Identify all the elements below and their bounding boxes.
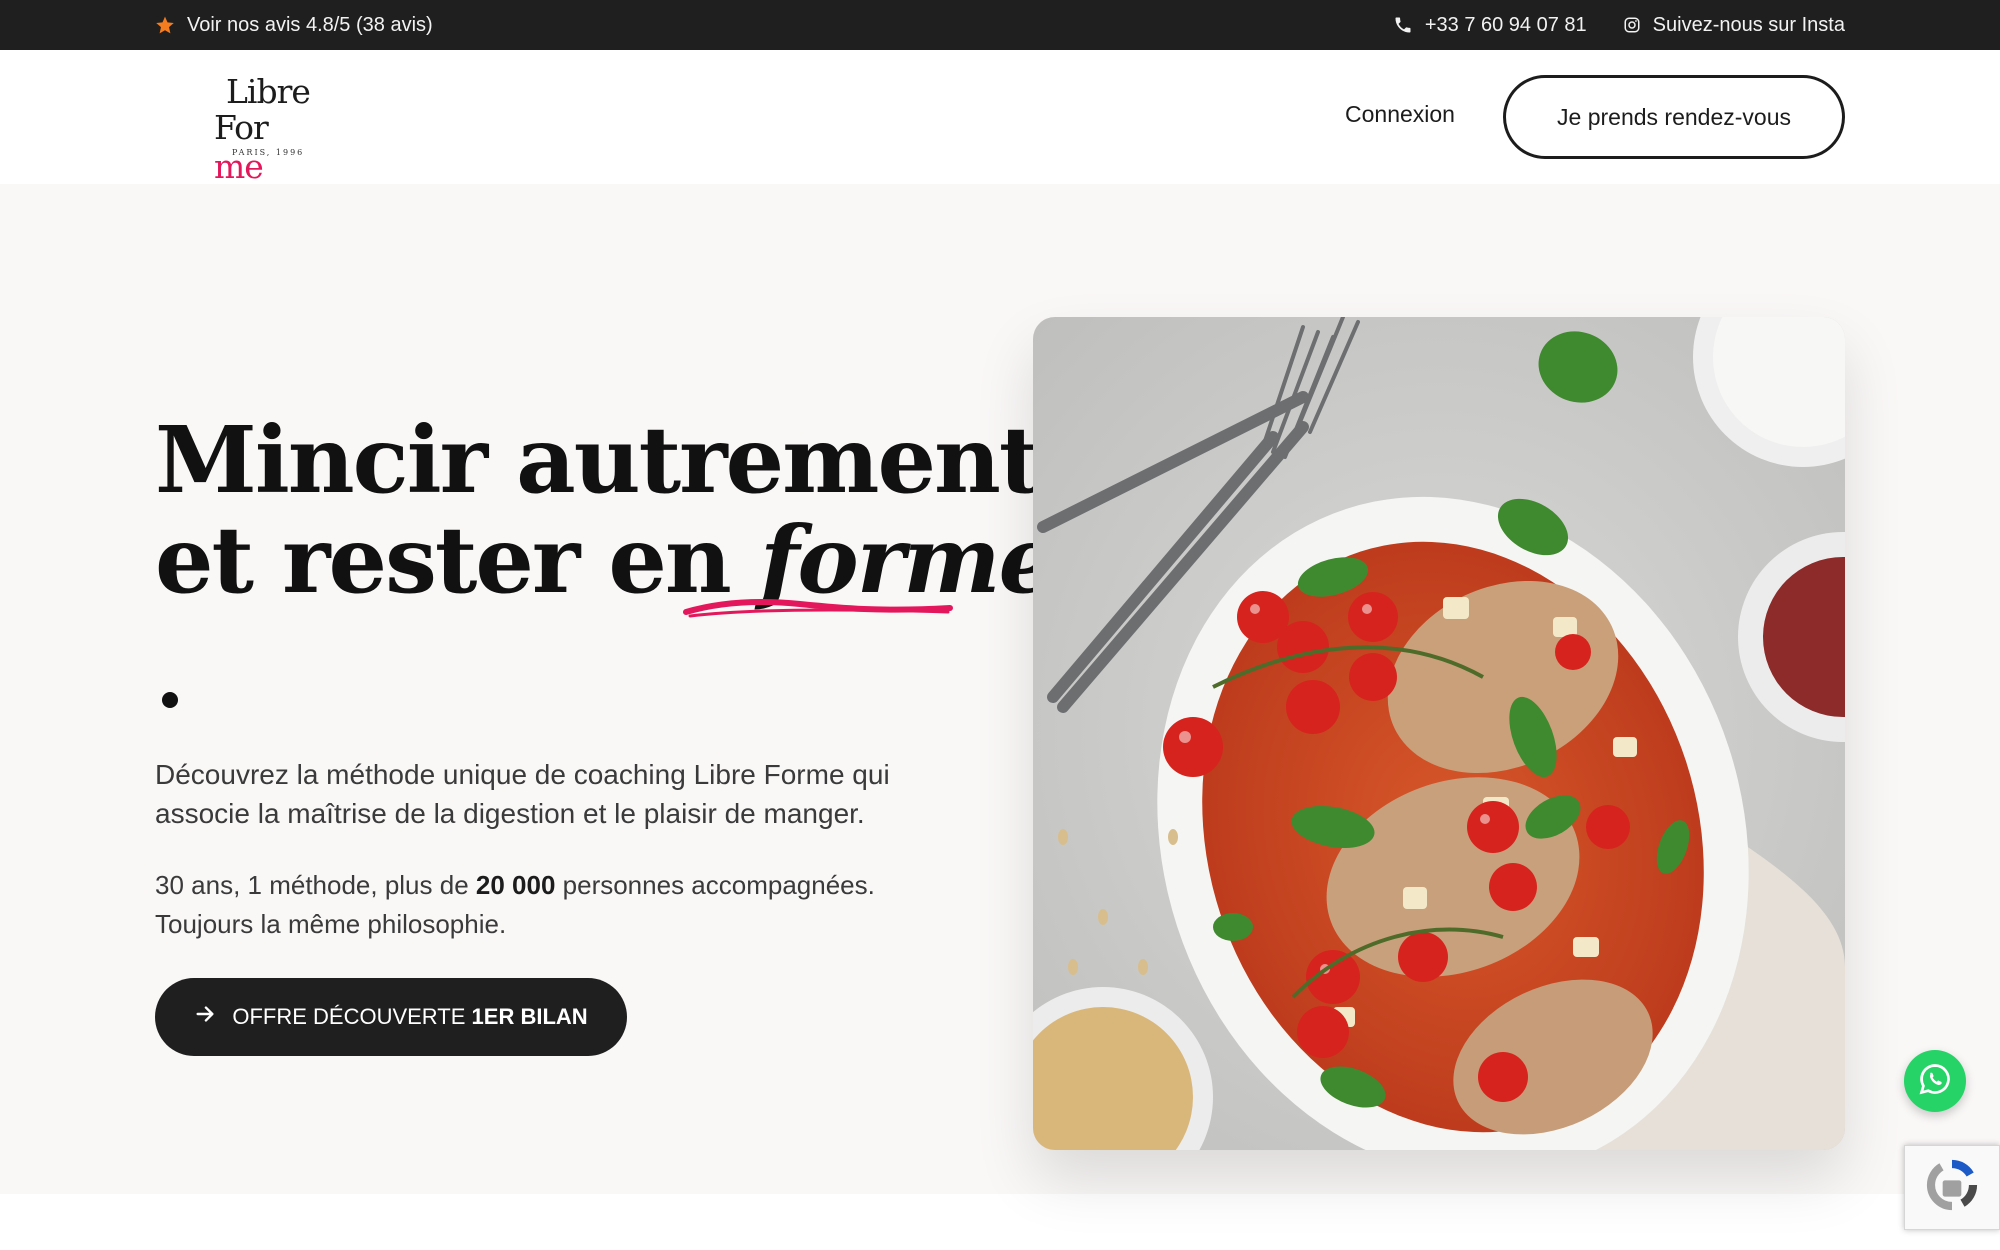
logo-line2: For me (214, 108, 322, 186)
site-logo[interactable]: Libre For me PARIS, 1996 (212, 72, 322, 186)
instagram-link[interactable]: Suivez-nous sur Insta (1623, 14, 1845, 37)
hero-food-image (1033, 317, 1845, 1150)
stats-line2: Toujours la même philosophie. (155, 909, 507, 939)
recaptcha-icon (1924, 1157, 1980, 1218)
phone-icon (1393, 15, 1413, 35)
hero-title: Mincir autrement, et rester en forme (155, 410, 1071, 610)
logo-tagline: PARIS, 1996 (232, 148, 305, 157)
hero-description: Découvrez la méthode unique de coaching … (155, 759, 890, 829)
logo-line2-a: For (214, 108, 269, 147)
stats-count: 20 000 (475, 870, 556, 900)
logo-line1: Libre (226, 72, 311, 111)
instagram-icon (1623, 16, 1641, 34)
star-icon (155, 15, 175, 35)
top-bar: Voir nos avis 4.8/5 (38 avis) +33 7 60 9… (0, 0, 2000, 50)
whatsapp-icon (1917, 1061, 1953, 1102)
book-appointment-button[interactable]: Je prends rendez-vous (1503, 75, 1845, 159)
discovery-offer-button[interactable]: OFFRE DÉCOUVERTE 1ER BILAN (155, 978, 627, 1056)
hero-title-line1: Mincir autrement, (155, 406, 1071, 514)
cta-prefix: OFFRE DÉCOUVERTE (232, 1004, 472, 1029)
reviews-text: Voir nos avis 4.8/5 (38 avis) (187, 13, 433, 36)
instagram-label: Suivez-nous sur Insta (1652, 13, 1845, 36)
cta-label: OFFRE DÉCOUVERTE 1ER BILAN (232, 1004, 587, 1030)
phone-link[interactable]: +33 7 60 94 07 81 (1393, 14, 1587, 37)
title-dot (162, 692, 178, 708)
reviews-link[interactable]: Voir nos avis 4.8/5 (38 avis) (155, 0, 433, 50)
brush-underline (683, 599, 953, 618)
login-link[interactable]: Connexion (1345, 101, 1455, 128)
arrow-right-icon (194, 1003, 216, 1031)
stats-suffix: personnes accompagnées. (555, 870, 875, 900)
food-illustration (1033, 317, 1845, 1150)
hero-title-line2: et rester en (155, 506, 760, 614)
hero-stats: 30 ans, 1 méthode, plus de 20 000 person… (155, 866, 955, 944)
whatsapp-button[interactable] (1904, 1050, 1966, 1112)
stats-prefix: 30 ans, 1 méthode, plus de (155, 870, 476, 900)
recaptcha-badge[interactable] (1904, 1145, 2000, 1230)
phone-number: +33 7 60 94 07 81 (1424, 13, 1587, 36)
cta-bold: 1ER BILAN (471, 1004, 588, 1029)
